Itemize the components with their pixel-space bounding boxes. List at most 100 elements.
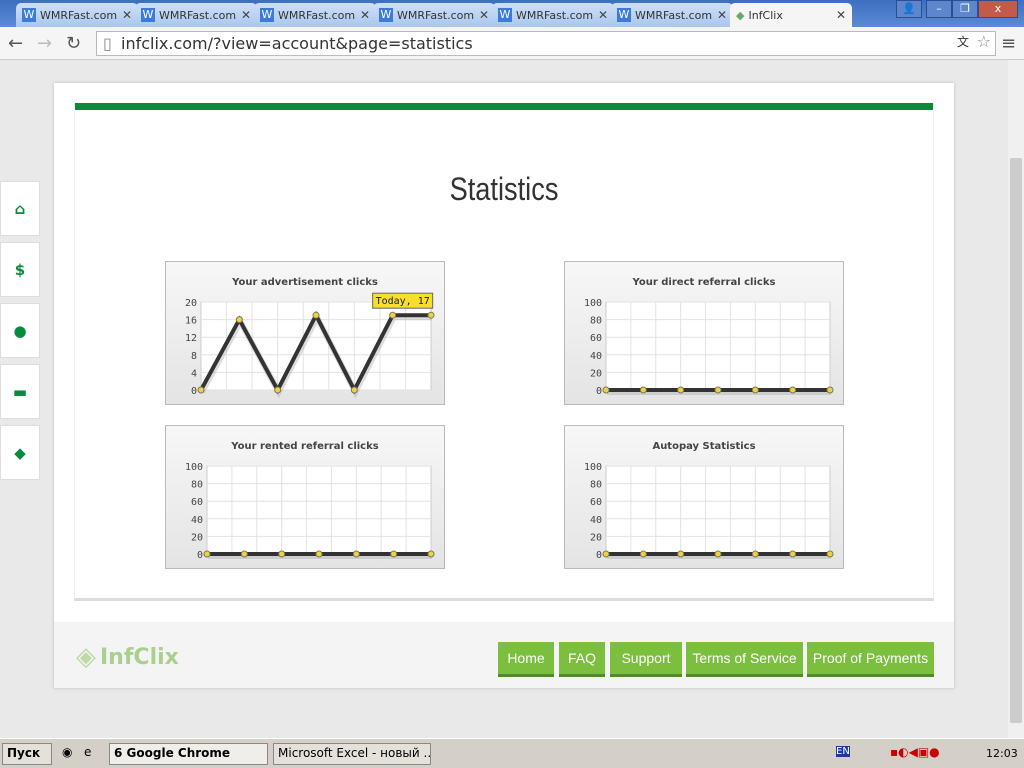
- chart: Your direct referral clicks 100 80 60 40 20 0: [564, 261, 844, 405]
- data-point: [274, 386, 282, 394]
- footer-link[interactable]: Terms of Service: [686, 642, 803, 677]
- y-tick-label: 60: [191, 497, 203, 508]
- footer-link[interactable]: Proof of Payments: [807, 642, 934, 677]
- browser-tab[interactable]: ◆ InfClix ✕: [730, 3, 852, 27]
- forward-icon[interactable]: →: [37, 33, 52, 54]
- browser-tab[interactable]: W WMRFast.com ✕: [254, 3, 376, 27]
- data-point: [677, 550, 685, 558]
- data-point: [315, 550, 323, 558]
- y-tick-label: 60: [590, 497, 602, 508]
- plot-area: [605, 465, 831, 555]
- y-tick-label: 0: [596, 550, 602, 561]
- minimize-button[interactable]: –: [926, 0, 952, 18]
- data-point: [789, 550, 797, 558]
- y-tick-label: 20: [590, 532, 602, 543]
- chrome-quicklaunch-icon[interactable]: ◉: [62, 745, 72, 759]
- sidebar-money[interactable]: $: [0, 242, 40, 297]
- data-point: [751, 386, 759, 394]
- data-point: [278, 550, 286, 558]
- user-icon: ●: [13, 322, 27, 340]
- data-point: [826, 550, 834, 558]
- sidebar-user[interactable]: ●: [0, 303, 40, 358]
- y-tick-label: 12: [185, 333, 197, 344]
- plot-area: [605, 301, 831, 391]
- menu-icon[interactable]: ≡: [1001, 33, 1016, 54]
- data-point: [235, 316, 243, 324]
- y-tick-label: 20: [590, 368, 602, 379]
- tags-icon: ◆: [14, 444, 26, 462]
- favicon-icon: W: [617, 8, 631, 22]
- browser-tab[interactable]: W WMRFast.com ✕: [373, 3, 495, 27]
- tab-title: WMRFast.com: [397, 8, 475, 22]
- dollar-icon: $: [14, 261, 26, 279]
- chart: Your rented referral clicks 100 80 60 40 20 0: [165, 425, 445, 569]
- close-tab-icon[interactable]: ✕: [598, 8, 608, 22]
- y-tick-label: 20: [191, 532, 203, 543]
- tab-title: WMRFast.com: [159, 8, 237, 22]
- y-tick-label: 0: [596, 386, 602, 397]
- plot-area: [206, 465, 432, 555]
- data-point: [677, 386, 685, 394]
- data-point: [312, 311, 320, 319]
- data-point: [639, 386, 647, 394]
- address-bar[interactable]: ▯ infclix.com/?view=account&page=statisti…: [96, 31, 996, 56]
- translate-icon[interactable]: 文: [957, 33, 969, 50]
- close-tab-icon[interactable]: ✕: [836, 8, 846, 22]
- y-tick-label: 20: [185, 298, 197, 309]
- favicon-icon: W: [22, 8, 36, 22]
- browser-tab[interactable]: W WMRFast.com ✕: [611, 3, 733, 27]
- tab-title: WMRFast.com: [635, 8, 713, 22]
- favicon-icon: W: [141, 8, 155, 22]
- close-tab-icon[interactable]: ✕: [717, 8, 727, 22]
- browser-tab[interactable]: W WMRFast.com ✕: [16, 3, 138, 27]
- close-window-button[interactable]: x: [978, 0, 1018, 18]
- scrollbar[interactable]: [1008, 60, 1024, 738]
- close-tab-icon[interactable]: ✕: [360, 8, 370, 22]
- footer-link[interactable]: Support: [610, 642, 682, 677]
- sidebar-ads[interactable]: ▬: [0, 364, 40, 419]
- infclix-logo[interactable]: ◈ InfClix: [76, 642, 179, 672]
- data-point: [240, 550, 248, 558]
- user-icon[interactable]: 👤: [896, 0, 922, 18]
- taskbar-chrome[interactable]: 6 Google Chrome: [109, 743, 268, 765]
- data-point: [427, 311, 435, 319]
- logo-text: InfClix: [100, 644, 179, 670]
- tab-title: WMRFast.com: [278, 8, 356, 22]
- reload-icon[interactable]: ↻: [66, 33, 81, 54]
- data-point: [639, 550, 647, 558]
- back-icon[interactable]: ←: [8, 33, 23, 54]
- sidebar-home[interactable]: ⌂: [0, 181, 40, 236]
- tab-title: WMRFast.com: [516, 8, 594, 22]
- favicon-icon: W: [498, 8, 512, 22]
- y-tick-label: 100: [584, 298, 602, 309]
- taskbar-excel[interactable]: Microsoft Excel - новый ...: [273, 743, 431, 765]
- scrollbar-thumb[interactable]: [1010, 158, 1022, 723]
- logo-icon: ◈: [76, 642, 96, 672]
- chart: Your advertisement clicks 20 16 12 8 4 0 Today,…: [165, 261, 445, 405]
- data-point: [789, 386, 797, 394]
- data-point: [352, 550, 360, 558]
- data-point: [389, 311, 397, 319]
- green-header-bar: [75, 103, 933, 110]
- data-point: [390, 550, 398, 558]
- browser-tab[interactable]: W WMRFast.com ✕: [492, 3, 614, 27]
- close-tab-icon[interactable]: ✕: [241, 8, 251, 22]
- ie-quicklaunch-icon[interactable]: e: [84, 745, 91, 759]
- start-button[interactable]: Пуск: [2, 743, 52, 765]
- footer-link[interactable]: Home: [498, 642, 554, 677]
- sidebar-tags[interactable]: ◆: [0, 425, 40, 480]
- page-icon: ▯: [103, 34, 112, 53]
- bookmark-star-icon[interactable]: ☆: [977, 32, 991, 51]
- footer-link[interactable]: FAQ: [559, 642, 605, 677]
- favicon-icon: W: [260, 8, 274, 22]
- restore-button[interactable]: ❐: [952, 0, 978, 18]
- tray-icons[interactable]: ▪◐◀▣●: [890, 745, 940, 759]
- data-point: [203, 550, 211, 558]
- data-point: [602, 386, 610, 394]
- language-indicator[interactable]: EN: [836, 746, 850, 757]
- close-tab-icon[interactable]: ✕: [479, 8, 489, 22]
- data-point: [197, 386, 205, 394]
- browser-tab[interactable]: W WMRFast.com ✕: [135, 3, 257, 27]
- close-tab-icon[interactable]: ✕: [122, 8, 132, 22]
- tooltip-text: Today, 17: [376, 296, 430, 307]
